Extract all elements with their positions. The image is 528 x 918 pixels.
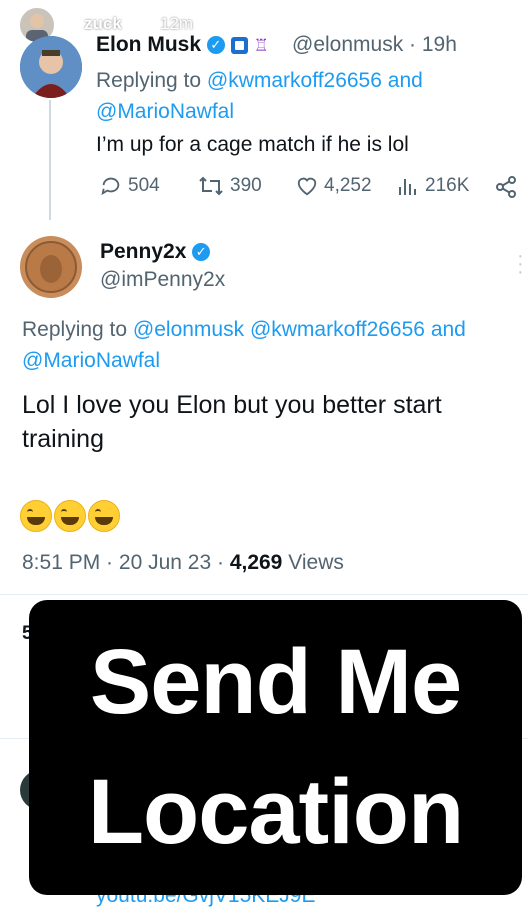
text-sticker[interactable]: Send Me Location [29, 600, 522, 895]
tweet-text: I’m up for a cage match if he is lol [96, 133, 409, 156]
author-handle[interactable]: @imPenny2x [100, 268, 225, 292]
close-icon[interactable]: ✕ [502, 12, 527, 42]
tweet-meta: 8:51 PM · 20 Jun 23 · 4,269 Views [22, 551, 344, 574]
divider [0, 594, 528, 595]
verified-badge-icon: ✓ [192, 243, 211, 262]
more-options-icon[interactable]: ••• [456, 22, 485, 48]
avatar[interactable] [20, 36, 82, 98]
view-count: 4,269 [229, 551, 283, 574]
people-icon: ♖ [253, 36, 269, 55]
tweet-age: 19h [421, 33, 457, 56]
laughing-emoji-icon [54, 500, 86, 532]
views-icon [399, 179, 416, 195]
story-time: 12m [160, 14, 194, 33]
laughing-emoji-icon [88, 500, 120, 532]
more-options-icon[interactable]: ··· [517, 246, 524, 282]
mention-link[interactable]: @MarioNawfal [96, 100, 234, 123]
author-name[interactable]: Elon Musk ✓ ♖ [96, 33, 269, 57]
replying-to: Replying to @elonmusk @kwmarkoff26656 an… [22, 318, 466, 372]
author-handle[interactable]: @elonmusk · 19h [292, 33, 457, 57]
author-name-text[interactable]: Elon Musk [96, 33, 201, 56]
affiliate-badge-icon [230, 36, 248, 54]
tweet-time: 8:51 PM [22, 551, 101, 574]
sticker-line-1: Send Me [89, 631, 462, 733]
retweet-button[interactable]: 390 [198, 175, 262, 197]
heart-icon [297, 177, 317, 196]
views-button[interactable]: 216K [397, 175, 469, 197]
views-label: Views [288, 551, 344, 574]
retweet-icon [199, 176, 223, 196]
author-name[interactable]: Penny2x ✓ [100, 240, 211, 264]
sticker-line-2: Location [87, 761, 464, 863]
emoji-row [20, 500, 120, 532]
laughing-emoji-icon [20, 500, 52, 532]
mention-link[interactable]: @kwmarkoff26656 [250, 318, 425, 341]
share-icon[interactable] [494, 175, 518, 204]
mention-link[interactable]: @kwmarkoff26656 [207, 69, 382, 92]
story-username[interactable]: zuck [84, 14, 122, 34]
tweet-date: 20 Jun 23 [118, 551, 212, 574]
handle-text[interactable]: @elonmusk [292, 33, 403, 56]
tweet-text: Lol I love you Elon but you better start… [22, 391, 442, 453]
replying-to: Replying to @kwmarkoff26656 and @MarioNa… [96, 69, 423, 123]
verified-badge-icon: ✓ [206, 36, 225, 55]
author-name-text[interactable]: Penny2x [100, 240, 186, 263]
reply-button[interactable]: 504 [100, 175, 160, 197]
avatar[interactable] [20, 236, 82, 298]
mention-link[interactable]: @MarioNawfal [22, 349, 160, 372]
reply-icon [101, 177, 120, 196]
thread-connector [49, 100, 51, 220]
like-button[interactable]: 4,252 [296, 175, 372, 197]
mention-link[interactable]: @elonmusk [133, 318, 244, 341]
